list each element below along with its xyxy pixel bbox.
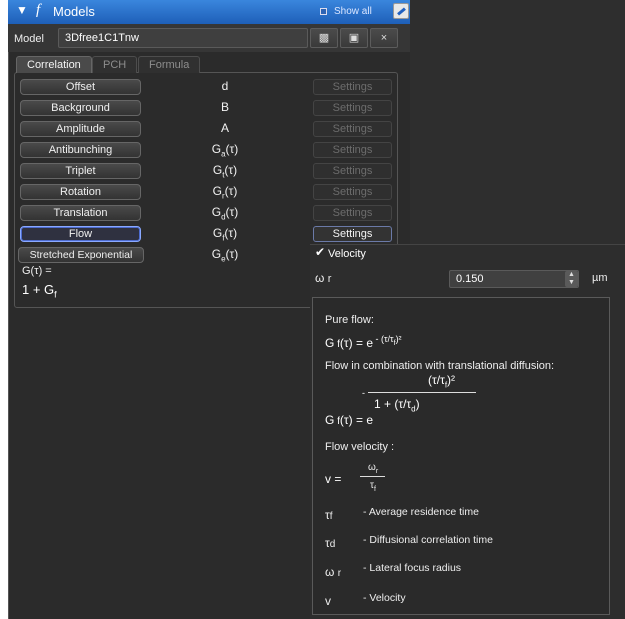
background-settings-button[interactable]: Settings xyxy=(313,100,392,116)
folder-open-icon: ▩ xyxy=(318,32,330,44)
legend-v-text: - Velocity xyxy=(363,592,406,604)
tab-formula[interactable]: Formula xyxy=(138,56,201,73)
function-icon: f xyxy=(36,2,41,18)
save-icon: ▣ xyxy=(348,32,360,44)
component-background-button[interactable]: Background xyxy=(20,100,141,116)
close-icon: × xyxy=(380,32,388,44)
component-stretched-exponential-symbol: Ge(τ) xyxy=(211,247,239,264)
tab-pch[interactable]: PCH xyxy=(92,56,138,73)
delete-model-button[interactable]: × xyxy=(370,28,398,48)
offset-settings-button[interactable]: Settings xyxy=(313,79,392,95)
combo-lhs: G f(τ) = e xyxy=(325,413,373,427)
velocity-denominator: τf xyxy=(370,480,376,493)
component-stretched-exponential-button[interactable]: Stretched Exponential xyxy=(18,247,144,263)
component-flow-symbol: Gf(τ) xyxy=(212,226,238,243)
component-amplitude-symbol: A xyxy=(220,121,229,135)
panel-title: Models xyxy=(53,4,95,19)
pure-flow-title: Pure flow: xyxy=(325,314,374,326)
legend-tau-d-text: - Diffusional correlation time xyxy=(363,534,493,546)
component-offset-button[interactable]: Offset xyxy=(20,79,141,95)
formula-expression: 1 + Gf xyxy=(22,282,57,300)
pin-icon[interactable] xyxy=(393,3,409,19)
combo-numerator: (τ/τf)² xyxy=(428,373,456,390)
show-all-label[interactable]: Show all xyxy=(334,6,372,17)
omega-r-spinner[interactable]: ▲ ▼ xyxy=(565,271,578,287)
velocity-lhs: v = xyxy=(325,472,342,486)
flow-settings-button[interactable]: Settings xyxy=(313,226,392,242)
tab-correlation[interactable]: Correlation xyxy=(16,56,92,73)
model-label: Model xyxy=(14,33,44,45)
background-area xyxy=(410,0,625,245)
velocity-label[interactable]: Velocity xyxy=(328,248,366,260)
component-antibunching-symbol: Ga(τ) xyxy=(211,142,239,159)
velocity-fraction-line xyxy=(360,476,385,477)
antibunching-settings-button[interactable]: Settings xyxy=(313,142,392,158)
open-model-button[interactable]: ▩ xyxy=(310,28,338,48)
component-offset-symbol: d xyxy=(221,79,229,93)
legend-tau-f-symbol: τf xyxy=(325,508,333,522)
triplet-settings-button[interactable]: Settings xyxy=(313,163,392,179)
component-flow-button[interactable]: Flow xyxy=(20,226,141,242)
velocity-checkbox[interactable]: ✔ xyxy=(315,246,326,258)
legend-tau-d-symbol: τd xyxy=(325,536,336,550)
pure-flow-formula: G f(τ) = e - (τ/τf)² xyxy=(325,334,402,350)
velocity-title: Flow velocity : xyxy=(325,441,395,453)
component-antibunching-button[interactable]: Antibunching xyxy=(20,142,141,158)
combo-denominator: 1 + (τ/τd) xyxy=(374,397,420,414)
velocity-numerator: ωr xyxy=(368,462,379,475)
save-model-button[interactable]: ▣ xyxy=(340,28,368,48)
unit-label: µm xyxy=(592,272,608,284)
show-all-checkbox[interactable] xyxy=(320,8,327,15)
legend-tau-f-text: - Average residence time xyxy=(363,506,479,518)
amplitude-settings-button[interactable]: Settings xyxy=(313,121,392,137)
component-translation-symbol: Gd(τ) xyxy=(211,205,239,222)
combo-title: Flow in combination with translational d… xyxy=(325,360,555,372)
component-rotation-button[interactable]: Rotation xyxy=(20,184,141,200)
component-translation-button[interactable]: Translation xyxy=(20,205,141,221)
formula-label: G(τ) = xyxy=(22,265,52,277)
panel-title-bar[interactable]: ▼ f Models Show all xyxy=(8,0,410,24)
combo-fraction-line xyxy=(368,392,476,393)
component-amplitude-button[interactable]: Amplitude xyxy=(20,121,141,137)
rotation-settings-button[interactable]: Settings xyxy=(313,184,392,200)
combo-minus: - xyxy=(362,388,365,398)
legend-v-symbol: v xyxy=(325,594,331,608)
model-name-field[interactable]: 3Dfree1C1Tnw xyxy=(58,28,308,48)
component-triplet-symbol: Gt(τ) xyxy=(212,163,238,180)
translation-settings-button[interactable]: Settings xyxy=(313,205,392,221)
collapse-arrow-icon[interactable]: ▼ xyxy=(16,3,28,17)
component-triplet-button[interactable]: Triplet xyxy=(20,163,141,179)
component-background-symbol: B xyxy=(220,100,229,114)
omega-r-label: ω r xyxy=(315,271,332,285)
omega-r-input[interactable]: 0.150 xyxy=(449,270,579,288)
component-rotation-symbol: Gr(τ) xyxy=(212,184,238,201)
legend-omega-r-text: - Lateral focus radius xyxy=(363,562,462,574)
legend-omega-r-symbol: ω r xyxy=(325,565,342,579)
